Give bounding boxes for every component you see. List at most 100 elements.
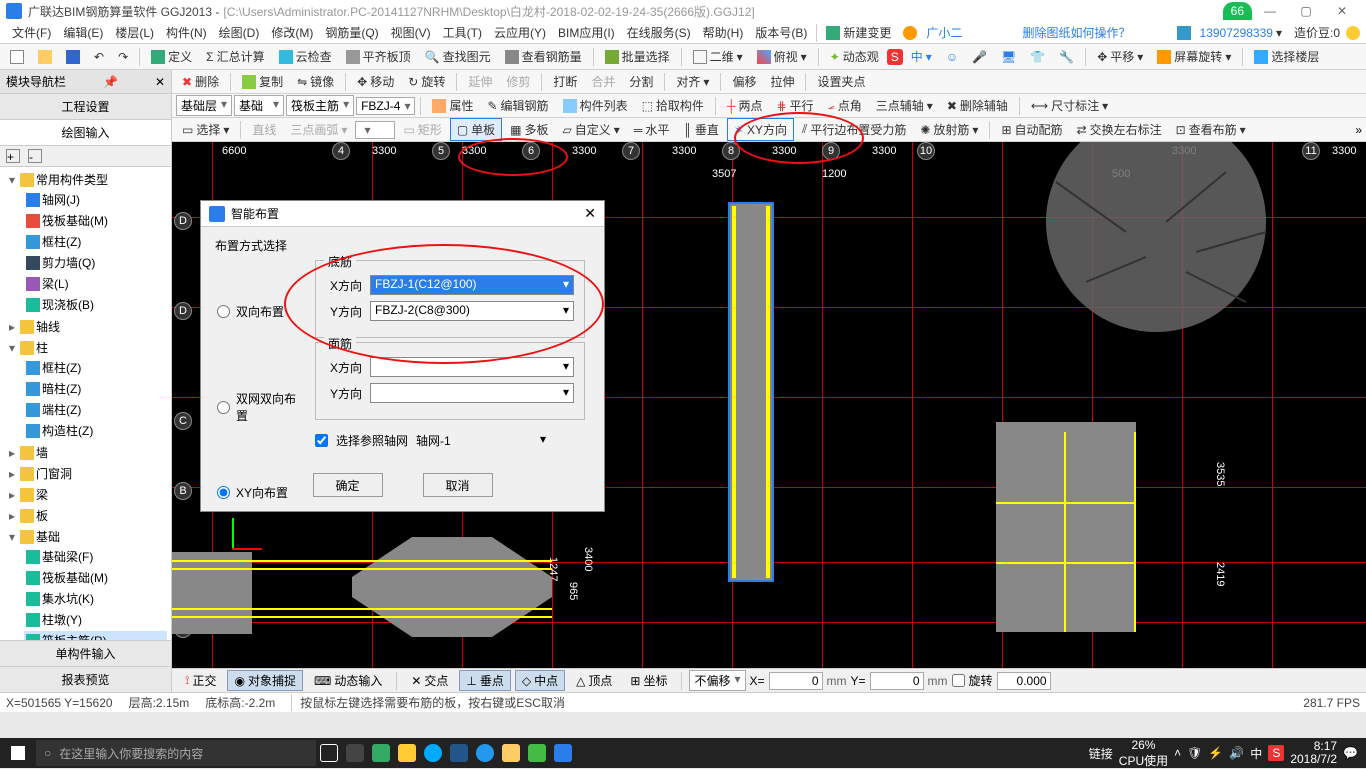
- taskbar-app-2[interactable]: [368, 738, 394, 768]
- taskbar-edge-icon[interactable]: [420, 738, 446, 768]
- menu-component[interactable]: 构件(N): [160, 22, 213, 43]
- batchsel-button[interactable]: 批量选择: [599, 46, 676, 67]
- rot-input[interactable]: [997, 672, 1051, 690]
- tab-draw-input[interactable]: 绘图输入: [0, 120, 171, 146]
- radial-button[interactable]: ✺放射筋 ▾: [914, 119, 984, 140]
- ortho-toggle[interactable]: ⟟正交: [178, 670, 223, 691]
- dyninput-toggle[interactable]: ⌨动态输入: [307, 670, 389, 691]
- mirror-button[interactable]: ⇋镜像: [291, 71, 340, 92]
- tray-s-icon[interactable]: S: [1268, 745, 1284, 761]
- perp-toggle[interactable]: ⊥垂点: [459, 670, 510, 691]
- swaplabel-button[interactable]: ⇄交换左右标注: [1071, 119, 1168, 140]
- vert-button[interactable]: ║垂直: [677, 119, 725, 140]
- x-input[interactable]: [769, 672, 823, 690]
- close-button[interactable]: ✕: [1324, 4, 1360, 18]
- floor-combo[interactable]: 基础层: [176, 95, 232, 116]
- tree-framecol[interactable]: 框柱(Z): [42, 233, 81, 250]
- xdir-top-select[interactable]: ▾: [370, 357, 574, 377]
- osnap-toggle[interactable]: ◉对象捕捉: [227, 670, 303, 691]
- complist-button[interactable]: 构件列表: [557, 95, 634, 116]
- taskbar-app-3[interactable]: [394, 738, 420, 768]
- tray-ime-icon[interactable]: 中: [1250, 745, 1262, 762]
- ref-axis-select[interactable]: 轴网-1▾: [416, 432, 546, 449]
- delete-button[interactable]: ✖删除: [176, 71, 225, 92]
- edgebar-button[interactable]: ⫽平行边布置受力筋: [796, 119, 912, 140]
- monitor-icon[interactable]: 🖥: [995, 48, 1022, 66]
- user-button[interactable]: 广小二: [897, 22, 968, 43]
- cat-combo[interactable]: 基础: [234, 95, 284, 116]
- item-combo[interactable]: FBZJ-4: [356, 97, 415, 115]
- xydir-button[interactable]: ✶XY方向: [727, 118, 794, 141]
- mic-icon[interactable]: 🎤: [966, 48, 993, 66]
- flatroof-button[interactable]: 平齐板顶: [340, 46, 417, 67]
- cross-toggle[interactable]: ✕交点: [404, 670, 455, 691]
- panel-pin-icon[interactable]: 📌: [103, 75, 118, 89]
- trim-button[interactable]: 修剪: [500, 71, 536, 92]
- menu-modify[interactable]: 修改(M): [265, 22, 319, 43]
- copy-button[interactable]: 复制: [236, 71, 289, 92]
- custom-button[interactable]: ▱自定义 ▾: [557, 119, 626, 140]
- taskbar-explorer-icon[interactable]: [498, 738, 524, 768]
- tree-slab[interactable]: 板: [36, 507, 48, 524]
- ydir-top-select[interactable]: ▾: [370, 383, 574, 403]
- radio-bidirectional[interactable]: [217, 305, 230, 318]
- tray-shield-icon[interactable]: 🛡: [1187, 746, 1202, 760]
- menu-rebar[interactable]: 钢筋量(Q): [319, 22, 384, 43]
- menu-floor[interactable]: 楼层(L): [109, 22, 160, 43]
- menu-draw[interactable]: 绘图(D): [213, 22, 266, 43]
- taskbar-store-icon[interactable]: [446, 738, 472, 768]
- pan-button[interactable]: ✥平移 ▾: [1091, 46, 1149, 67]
- coord-toggle[interactable]: ⊞坐标: [623, 670, 674, 691]
- tree-beam[interactable]: 梁(L): [42, 275, 69, 292]
- taskbar-app-1[interactable]: [342, 738, 368, 768]
- rotate-button[interactable]: ↻旋转: [402, 71, 451, 92]
- threearc-button[interactable]: 三点画弧 ▾: [284, 119, 353, 140]
- start-button[interactable]: [0, 738, 36, 768]
- menu-view[interactable]: 视图(V): [385, 22, 437, 43]
- xdir-bottom-select[interactable]: FBZJ-1(C12@100)▾: [370, 275, 574, 295]
- twopt-button[interactable]: ┼两点: [721, 95, 769, 116]
- viewrebar-button[interactable]: 查看钢筋量: [499, 46, 588, 67]
- tab-project-settings[interactable]: 工程设置: [0, 94, 171, 120]
- menu-online[interactable]: 在线服务(S): [621, 22, 697, 43]
- new-icon[interactable]: [4, 48, 30, 66]
- split-button[interactable]: 分割: [623, 71, 659, 92]
- s-icon[interactable]: S: [887, 49, 903, 65]
- taskbar-ie-icon[interactable]: [472, 738, 498, 768]
- stretch-button[interactable]: 拉伸: [764, 71, 800, 92]
- align-button[interactable]: 对齐 ▾: [670, 71, 715, 92]
- ok-button[interactable]: 确定: [313, 473, 383, 497]
- menu-file[interactable]: 文件(F): [6, 22, 57, 43]
- tree-wall[interactable]: 墙: [36, 444, 48, 461]
- menu-version[interactable]: 版本号(B): [749, 22, 813, 43]
- cloudcheck-button[interactable]: 云检查: [273, 46, 338, 67]
- new-change-button[interactable]: 新建变更: [820, 22, 897, 43]
- subcat-combo[interactable]: 筏板主筋: [286, 95, 354, 116]
- tray-up-icon[interactable]: ˄: [1174, 746, 1181, 760]
- radio-xy[interactable]: [217, 486, 230, 499]
- apex-toggle[interactable]: △顶点: [569, 670, 619, 691]
- taskbar-search[interactable]: ○在这里输入你要搜索的内容: [36, 740, 316, 766]
- delaux-button[interactable]: ✖删除辅轴: [941, 95, 1014, 116]
- dynview-button[interactable]: ✦动态观: [824, 46, 885, 67]
- toolbar-overflow[interactable]: »: [1355, 123, 1362, 137]
- redo-icon[interactable]: ↷: [112, 48, 134, 66]
- multi-button[interactable]: ▦多板: [504, 119, 554, 140]
- panel-close-icon[interactable]: ✕: [155, 75, 165, 89]
- tree-door[interactable]: 门窗洞: [36, 465, 72, 482]
- tree-mat[interactable]: 筏板基础(M): [42, 212, 108, 229]
- select-button[interactable]: ▭选择 ▾: [176, 119, 235, 140]
- center-button[interactable]: 中 ▾: [905, 46, 938, 67]
- tree-mat-mainbar[interactable]: 筏板主筋(R): [42, 632, 107, 640]
- sumcalc-button[interactable]: Σ汇总计算: [200, 46, 270, 67]
- tree-foundation[interactable]: 基础: [36, 528, 60, 545]
- taskbar-app-blue[interactable]: [550, 738, 576, 768]
- menu-bim[interactable]: BIM应用(I): [552, 22, 621, 43]
- extend-button[interactable]: 延伸: [462, 71, 498, 92]
- smile-icon[interactable]: ☺: [940, 48, 964, 66]
- move-button[interactable]: ✥移动: [351, 71, 400, 92]
- editrebar-button[interactable]: ✎编辑钢筋: [481, 95, 554, 116]
- define-button[interactable]: 定义: [145, 46, 198, 67]
- viewlayout-button[interactable]: ⊡查看布筋 ▾: [1170, 119, 1252, 140]
- save-icon[interactable]: [60, 48, 86, 66]
